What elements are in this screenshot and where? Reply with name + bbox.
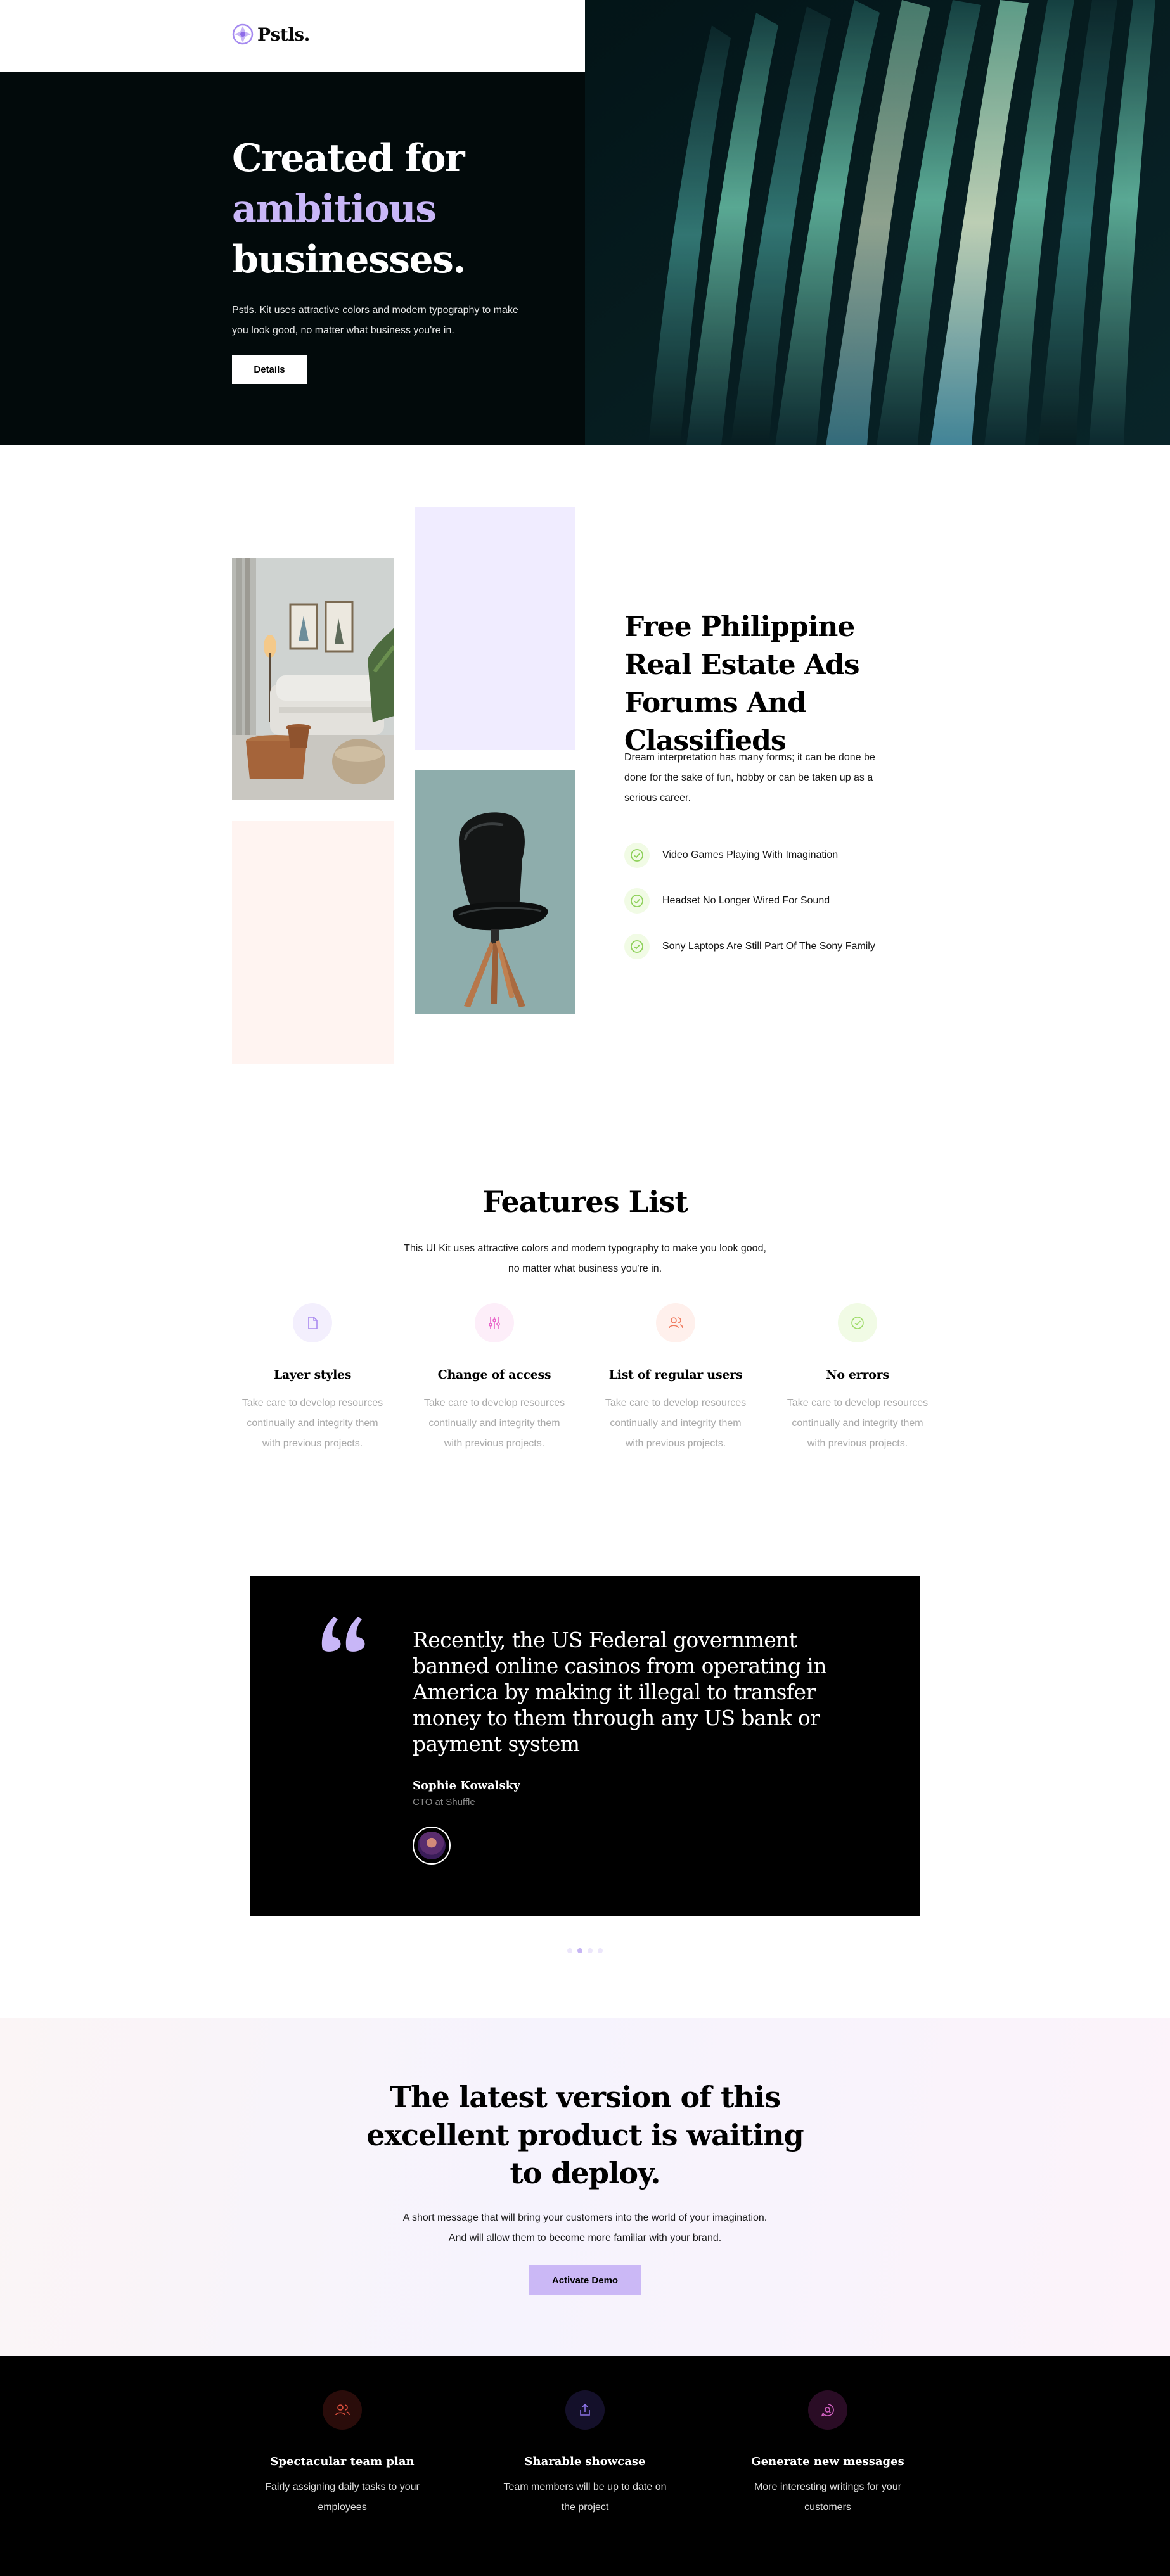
testimonial-quote: Recently, the US Federal government bann… (413, 1628, 826, 1756)
author-role: CTO at Shuffle (413, 1797, 475, 1808)
activate-demo-button[interactable]: Activate Demo (529, 2265, 641, 2295)
lavender-color-tile (415, 507, 575, 750)
footer-feature-title: Generate new messages (751, 2455, 904, 2468)
feature-card: List of regular users Take care to devel… (600, 1303, 752, 1454)
feature-card: No errors Take care to develop resources… (781, 1303, 934, 1454)
users-icon (656, 1303, 695, 1342)
checklist-item-label: Sony Laptops Are Still Part Of The Sony … (662, 941, 875, 952)
chair-image (415, 770, 575, 1014)
cta-description: A short message that will bring your cus… (402, 2212, 768, 2243)
check-circle-icon (624, 888, 650, 914)
hero-title-line-3: businesses. (232, 238, 466, 282)
footer-feature: Generate new messages More interesting w… (739, 2390, 916, 2518)
checklist-item-label: Video Games Playing With Imagination (662, 850, 839, 860)
footer-feature-description: Team members will be up to date on the p… (503, 2482, 667, 2513)
carousel-dot-active[interactable] (577, 1948, 582, 1953)
checklist-item-label: Headset No Longer Wired For Sound (662, 895, 830, 906)
feature-description: Take care to develop resources continual… (241, 1398, 383, 1449)
brand-logo[interactable]: Pstls. (232, 23, 310, 45)
features-description: This UI Kit uses attractive colors and m… (404, 1243, 766, 1274)
checklist-item: Headset No Longer Wired For Sound (624, 888, 830, 914)
carousel-dot[interactable] (567, 1948, 572, 1953)
about-title: Free Philippine Real Estate Ads Forums A… (624, 611, 860, 757)
footer-feature: Sharable showcase Team members will be u… (496, 2390, 674, 2518)
feature-title: List of regular users (608, 1368, 743, 1382)
peach-color-tile (232, 821, 394, 1064)
cta-section: The latest version of this excellent pro… (0, 2018, 1170, 2356)
checklist-item: Sony Laptops Are Still Part Of The Sony … (624, 934, 875, 959)
check-circle-icon (838, 1303, 877, 1342)
site-header: Pstls. (0, 0, 585, 72)
feature-title: Layer styles (273, 1368, 352, 1382)
feature-title: Change of access (437, 1368, 551, 1382)
check-circle-icon (624, 934, 650, 959)
feature-card: Change of access Take care to develop re… (418, 1303, 570, 1454)
cta-title: The latest version of this excellent pro… (366, 2080, 804, 2190)
living-room-image (232, 558, 394, 800)
footer-feature: Spectacular team plan Fairly assigning d… (254, 2390, 431, 2518)
carousel-dots (567, 1948, 603, 1953)
about-description: Dream interpretation has many forms; it … (624, 752, 875, 803)
features-title: Features List (482, 1185, 688, 1219)
avatar (413, 1827, 451, 1865)
carousel-dot[interactable] (598, 1948, 603, 1953)
hero-title-line-1: Created for (232, 136, 465, 181)
hero-title: Created for ambitious businesses. (232, 133, 562, 285)
hero-section: Pstls. Created for ambitious businesses.… (0, 0, 1170, 445)
share-icon (565, 2390, 605, 2430)
sliders-icon (475, 1303, 514, 1342)
testimonial-card: Recently, the US Federal government bann… (250, 1576, 920, 1916)
avatar-photo (418, 1832, 446, 1859)
author-name: Sophie Kowalsky (413, 1779, 520, 1792)
hero-title-accent: ambitious (232, 187, 437, 231)
hero-image (585, 0, 1170, 445)
carousel-dot[interactable] (588, 1948, 593, 1953)
details-button[interactable]: Details (232, 355, 307, 384)
message-search-icon (808, 2390, 847, 2430)
quote-icon (320, 1614, 367, 1655)
feature-description: Take care to develop resources continual… (423, 1398, 565, 1449)
users-icon (323, 2390, 362, 2430)
checklist-item: Video Games Playing With Imagination (624, 843, 838, 868)
feature-description: Take care to develop resources continual… (605, 1398, 747, 1449)
footer-features-section: Spectacular team plan Fairly assigning d… (0, 2356, 1170, 2576)
footer-feature-title: Sharable showcase (524, 2455, 646, 2468)
footer-feature-description: Fairly assigning daily tasks to your emp… (265, 2482, 420, 2513)
check-circle-icon (624, 843, 650, 868)
file-icon (293, 1303, 332, 1342)
footer-feature-title: Spectacular team plan (270, 2455, 415, 2468)
feature-card: Layer styles Take care to develop resour… (236, 1303, 389, 1454)
brand-name: Pstls. (257, 23, 310, 45)
feature-description: Take care to develop resources continual… (787, 1398, 929, 1449)
logo-icon (232, 23, 254, 45)
footer-feature-description: More interesting writings for your custo… (754, 2482, 902, 2513)
hero-description: Pstls. Kit uses attractive colors and mo… (232, 305, 518, 336)
feature-title: No errors (826, 1368, 889, 1382)
